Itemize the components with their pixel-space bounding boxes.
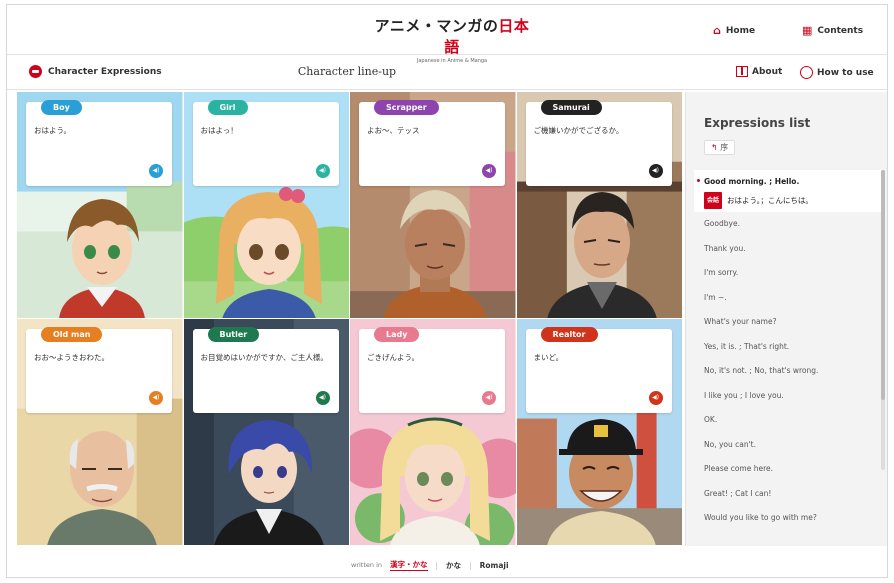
return-icon: ↰ bbox=[711, 143, 718, 152]
phrase-text: まいど。 bbox=[533, 353, 564, 362]
phrase-text: ごきげんよう。 bbox=[367, 353, 420, 362]
character-card-girl[interactable]: おはよっ！ ◀) Girl bbox=[183, 92, 350, 319]
old-man-portrait bbox=[47, 431, 157, 545]
list-item[interactable]: I'm sorry. bbox=[694, 261, 882, 286]
phrase-text: おはよっ！ bbox=[200, 126, 238, 135]
list-item[interactable]: Goodbye. bbox=[694, 212, 882, 237]
phrase-text: お目覚めはいかがですか、ご主人様。 bbox=[200, 353, 328, 362]
script-option-romaji[interactable]: Romaji bbox=[480, 561, 509, 570]
audio-play-icon[interactable]: ◀) bbox=[149, 391, 163, 405]
list-item[interactable]: OK. bbox=[694, 408, 882, 433]
separator: | bbox=[469, 560, 472, 570]
character-card-butler[interactable]: お目覚めはいかがですか、ご主人様。 ◀) Butler bbox=[183, 319, 350, 546]
audio-play-icon[interactable]: ◀) bbox=[482, 164, 496, 178]
character-grid: おはよう。 ◀) Boy おはよっ！ ◀) Girl よお～、テッス ◀) Sc… bbox=[17, 92, 683, 546]
conversation-tag: 会話 bbox=[704, 192, 723, 209]
phrase-text: ご機嫌いかがでござるか。 bbox=[533, 126, 624, 135]
samurai-portrait bbox=[546, 192, 657, 318]
home-icon: ⌂ bbox=[713, 24, 721, 37]
book-icon bbox=[736, 66, 748, 77]
list-item[interactable]: I'm ~. bbox=[694, 286, 882, 311]
audio-play-icon[interactable]: ◀) bbox=[482, 391, 496, 405]
script-option-kanji-kana[interactable]: 漢字・かな bbox=[390, 559, 428, 571]
list-scrollbar[interactable] bbox=[881, 170, 885, 470]
logo-text-a: アニメ・マンガの bbox=[374, 17, 499, 35]
scrapper-portrait bbox=[383, 190, 487, 318]
list-item[interactable]: Great! ; Cat I can! bbox=[694, 482, 882, 507]
character-card-old-man[interactable]: おお～ようきおわた。 ◀) Old man bbox=[17, 319, 184, 546]
girl-portrait bbox=[215, 187, 322, 318]
audio-play-icon[interactable]: ◀) bbox=[149, 164, 163, 178]
character-name: Scrapper bbox=[374, 100, 439, 115]
site-logo[interactable]: アニメ・マンガの日本語 Japanese in Anime & Manga bbox=[367, 15, 537, 64]
phrase-text: よお～、テッス bbox=[367, 126, 420, 135]
list-item[interactable]: What's your name? bbox=[694, 310, 882, 335]
active-expression: Good morning. ; Hello. bbox=[704, 177, 800, 186]
contents-label: Contents bbox=[817, 25, 864, 36]
howto-link[interactable]: How to use bbox=[800, 66, 874, 79]
app-frame: アニメ・マンガの日本語 Japanese in Anime & Manga ⌂ … bbox=[6, 4, 888, 578]
audio-play-icon[interactable]: ◀) bbox=[315, 391, 330, 405]
realtor-portrait bbox=[546, 419, 656, 545]
howto-label: How to use bbox=[817, 67, 874, 78]
active-expression-jp: おはよう。；こんにちは。 bbox=[727, 196, 813, 205]
character-card-lady[interactable]: ごきげんよう。 ◀) Lady bbox=[350, 319, 517, 546]
about-link[interactable]: About bbox=[736, 66, 782, 77]
character-card-samurai[interactable]: ご機嫌いかがでござるか。 ◀) Samurai bbox=[516, 92, 683, 319]
scrollbar-thumb[interactable] bbox=[881, 170, 885, 400]
script-switcher: written in 漢字・かな | かな | Romaji bbox=[7, 551, 887, 579]
audio-play-icon[interactable]: ◀) bbox=[315, 164, 330, 178]
expressions-panel: Expressions list ↰ 序 Good morning. ; Hel… bbox=[685, 92, 887, 546]
list-item[interactable]: Would you like to go with me? bbox=[694, 506, 882, 531]
list-item[interactable]: No, it's not. ; No, that's wrong. bbox=[694, 359, 882, 384]
phrase-text: おはよう。 bbox=[34, 126, 72, 135]
expressions-list: Good morning. ; Hello. 会話 おはよう。；こんにちは。 G… bbox=[694, 170, 882, 540]
list-item[interactable]: Yes, it is. ; That's right. bbox=[694, 335, 882, 360]
lady-portrait bbox=[380, 417, 490, 545]
separator: | bbox=[435, 560, 439, 570]
grid-icon: ▦ bbox=[802, 24, 813, 37]
character-name: Samurai bbox=[540, 100, 602, 115]
category-chip-label: 序 bbox=[720, 143, 729, 152]
page-title: Character line-up bbox=[297, 65, 397, 78]
about-label: About bbox=[752, 66, 783, 77]
character-name: Realtor bbox=[540, 327, 598, 342]
panel-title: Expressions list bbox=[704, 116, 811, 130]
list-item[interactable]: I like you ; I love you. bbox=[694, 384, 882, 409]
help-icon bbox=[800, 66, 813, 79]
audio-play-icon[interactable]: ◀) bbox=[648, 164, 663, 178]
site-header: アニメ・マンガの日本語 Japanese in Anime & Manga ⌂ … bbox=[7, 5, 887, 64]
list-item-active[interactable]: Good morning. ; Hello. 会話 おはよう。；こんにちは。 bbox=[694, 170, 882, 212]
character-name: Girl bbox=[207, 100, 248, 115]
character-name: Boy bbox=[41, 100, 82, 115]
character-name: Butler bbox=[207, 327, 260, 342]
phrase-text: おお～ようきおわた。 bbox=[34, 353, 109, 362]
list-item[interactable]: No, you can't. bbox=[694, 433, 882, 458]
home-link[interactable]: ⌂ Home bbox=[713, 24, 755, 37]
category-chip[interactable]: ↰ 序 bbox=[704, 140, 736, 155]
character-card-boy[interactable]: おはよう。 ◀) Boy bbox=[17, 92, 184, 319]
character-card-scrapper[interactable]: よお～、テッス ◀) Scrapper bbox=[350, 92, 517, 319]
boy-portrait bbox=[59, 199, 145, 318]
contents-link[interactable]: ▦ Contents bbox=[802, 24, 863, 37]
character-name: Old man bbox=[41, 327, 103, 342]
written-in-label: written in bbox=[351, 561, 383, 569]
audio-play-icon[interactable]: ◀) bbox=[648, 391, 663, 405]
script-option-kana[interactable]: かな bbox=[446, 560, 461, 571]
character-name: Lady bbox=[374, 327, 420, 342]
butler-portrait bbox=[213, 420, 324, 545]
sub-header: Character Expressions Character line-up … bbox=[7, 56, 887, 90]
home-label: Home bbox=[725, 25, 756, 36]
character-card-realtor[interactable]: まいど。 ◀) Realtor bbox=[516, 319, 683, 546]
list-item[interactable]: Please come here. bbox=[694, 457, 882, 482]
list-item[interactable]: Thank you. bbox=[694, 237, 882, 262]
